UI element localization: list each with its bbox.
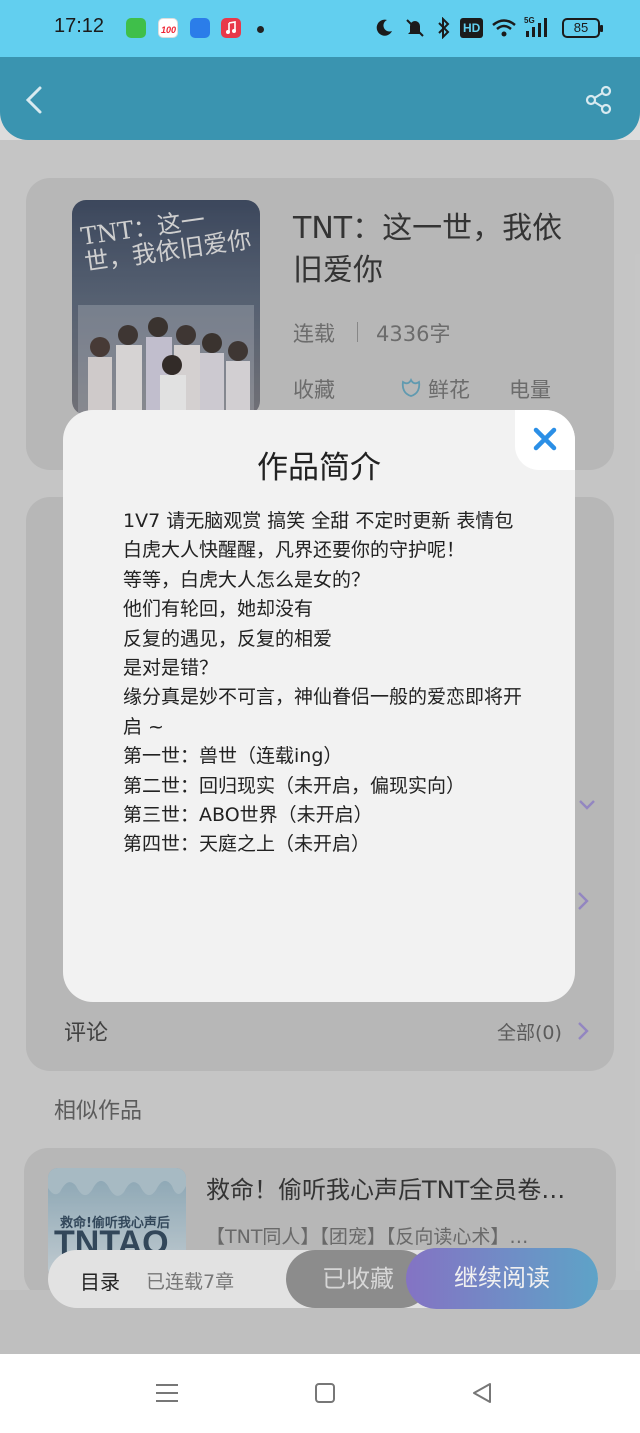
blue-app-icon [190,18,210,38]
synopsis-line: 缘分真是妙不可言，神仙眷侣一般的爱恋即将开启 ~ [123,686,523,738]
modal-title: 作品简介 [257,450,381,486]
svg-text:5G: 5G [524,16,535,25]
synopsis-line: 等等，白虎大人怎么是女的？ [123,568,371,591]
notification-dot [257,26,264,33]
synopsis-line: 第一世：兽世（连载ing） [123,745,343,768]
grid-app-icon [126,18,146,38]
svg-text:100: 100 [161,25,176,35]
chapter-count: 已连载7章 [146,1271,235,1293]
back-arrow-icon[interactable] [22,85,48,115]
bluetooth-icon [438,17,450,39]
moon-icon [376,19,392,36]
synopsis-line: 第四世：天庭之上（未开启） [123,833,371,856]
status-bar: 17:12 100 HD 5G 85 [0,0,640,57]
top-header [0,57,640,140]
synopsis-line: 白虎大人快醒醒，凡界还要你的守护呢！ [123,539,466,562]
synopsis-line: 第三世：ABO世界（未开启） [123,804,373,827]
menu-icon[interactable] [155,1382,179,1404]
synopsis-line: 反复的遇见，反复的相爱 [123,627,333,650]
signal-icon: 5G [524,16,547,37]
battery-indicator: 85 [562,18,603,38]
synopsis-line: 他们有轮回，她却没有 [123,598,314,621]
music-app-icon [221,18,241,38]
hd-badge: HD [460,18,484,38]
home-icon[interactable] [314,1382,336,1404]
system-nav-bar [0,1354,640,1433]
mute-bell-icon [406,19,424,37]
wifi-icon [492,19,516,37]
synopsis-text: 1V7 请无脑观赏 搞笑 全甜 不定时更新 表情包 白虎大人快醒醒，凡界还要你的… [123,507,523,860]
continue-reading-button[interactable]: 继续阅读 [406,1248,598,1309]
toc-button[interactable]: 目录 [80,1266,120,1295]
synopsis-line: 是对是错？ [123,657,219,680]
synopsis-line: 1V7 请无脑观赏 搞笑 全甜 不定时更新 表情包 [123,510,514,532]
hundred-app-icon: 100 [158,18,178,38]
synopsis-line: 第二世：回归现实（未开启，偏现实向） [123,774,466,797]
back-triangle-icon[interactable] [470,1381,494,1405]
share-icon[interactable] [584,85,614,115]
status-time: 17:12 [54,15,105,37]
